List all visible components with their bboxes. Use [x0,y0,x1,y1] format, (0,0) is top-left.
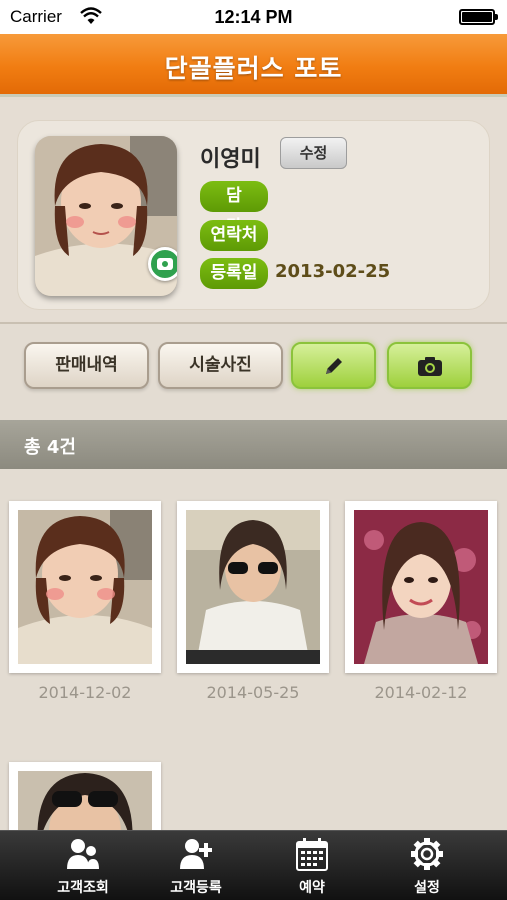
photo-image [18,510,152,664]
navigation-bar: 단골플러스 포토 [0,34,507,97]
calendar-icon [296,838,328,871]
contact-tag: 연락처 [200,220,268,251]
photo-image [186,510,320,664]
photo-date: 2014-12-02 [38,683,132,702]
pencil-icon [325,357,342,374]
customers-icon [67,839,99,869]
camera-badge-icon[interactable] [148,247,177,281]
photo-gallery: 2014-12-02 2014-05-25 2014-02-12 [0,469,507,830]
photo-image [354,510,488,664]
take-photo-button[interactable] [387,342,472,389]
sales-history-button[interactable]: 판매내역 [24,342,149,389]
profile-section: 이영미 수정 담 당 연락처 등록일 2013-02-25 [0,100,507,322]
profile-card: 이영미 수정 담 당 연락처 등록일 2013-02-25 [17,120,490,310]
photo-count: 총 4건 [24,437,76,458]
manager-tag: 담 당 [200,181,268,237]
gallery-photo[interactable] [177,501,329,673]
tab-reservation[interactable]: 예약 [249,831,375,900]
add-customer-icon [180,839,212,869]
gallery-photo[interactable] [9,762,161,830]
gallery-photo[interactable] [9,501,161,673]
registered-tag: 등록일 [200,258,268,289]
profile-photo[interactable] [35,136,177,296]
photo-date: 2014-05-25 [206,683,300,702]
photo-date: 2014-02-12 [374,683,468,702]
tab-settings[interactable]: 설정 [364,831,490,900]
photo-image [18,771,152,830]
customer-name: 이영미 [200,147,261,172]
treatment-photos-button[interactable]: 시술사진 [158,342,283,389]
registered-date: 2013-02-25 [275,261,391,282]
tab-label: 설정 [414,880,440,896]
tab-label: 고객등록 [170,880,222,896]
edit-button[interactable]: 수정 [280,137,347,169]
gallery-photo[interactable] [345,501,497,673]
tab-customer-search[interactable]: 고객조회 [20,831,146,900]
status-time: 12:14 PM [214,7,293,27]
status-bar: Carrier 12:14 PM [0,0,507,34]
page-title: 단골플러스 포토 [164,54,343,83]
tab-label: 예약 [299,880,325,896]
camera-icon [417,356,442,376]
gear-icon [411,838,443,870]
tab-customer-register[interactable]: 고객등록 [133,831,259,900]
battery-icon [459,9,498,25]
tab-bar: 고객조회 고객등록 예약 설정 [0,830,507,900]
count-bar: 총 4건 [0,420,507,469]
divider [0,322,507,324]
write-note-button[interactable] [291,342,376,389]
tab-label: 고객조회 [57,880,109,896]
